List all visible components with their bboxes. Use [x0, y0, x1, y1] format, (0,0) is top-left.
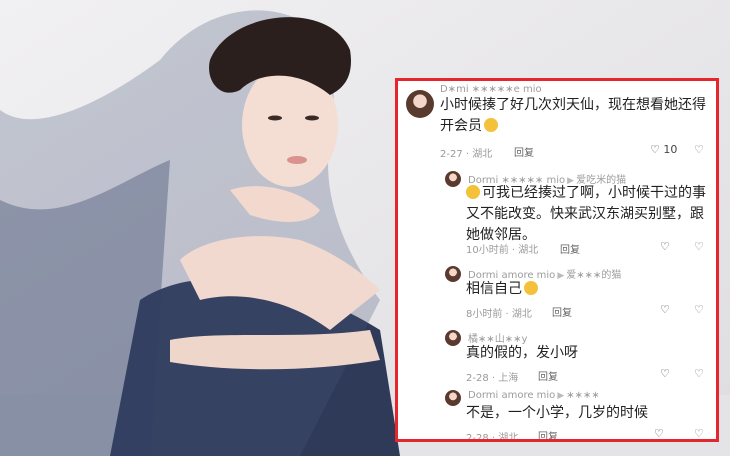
avatar[interactable] — [406, 90, 434, 118]
like-button[interactable]: ♡ — [660, 303, 670, 316]
like-button[interactable]: ♡ — [660, 240, 670, 253]
comment-text: 相信自己 — [466, 279, 712, 300]
like-button[interactable]: ♡ 10 — [650, 143, 677, 156]
comment-text: 真的假的，发小呀 — [466, 345, 578, 361]
heart-icon: ♡ — [660, 367, 670, 380]
reply-button[interactable]: 回复 — [514, 144, 534, 159]
reply-button[interactable]: 回复 — [560, 241, 580, 256]
comment-item: Dormi amore mio ▶ 爱∗∗∗的猫 相信自己 8小时前 · 湖北 回复… — [398, 261, 716, 321]
broken-heart-icon[interactable]: ♡ — [694, 367, 704, 380]
comment-panel: D∗mi ∗∗∗∗∗e mio 小时候揍了好几次刘天仙，现在想看她还得开会员 2… — [395, 78, 719, 442]
comment-username[interactable]: D∗mi ∗∗∗∗∗e mio — [440, 84, 542, 95]
reply-button[interactable]: 回复 — [538, 428, 558, 439]
thinking-emoji-icon — [466, 185, 480, 199]
comment-text: 可我已经揍过了啊，小时候干过的事又不能改变。快来武汉东湖买别墅，跟她做邻居。 — [466, 185, 706, 243]
broken-heart-icon[interactable]: ♡ — [694, 143, 704, 156]
heart-icon: ♡ — [660, 240, 670, 253]
comment-item: D∗mi ∗∗∗∗∗e mio 小时候揍了好几次刘天仙，现在想看她还得开会员 2… — [398, 81, 716, 161]
like-button[interactable]: ♡ — [660, 367, 670, 380]
comment-item: Dormi amore mio ▶ ∗∗∗∗ 不是，一个小学，几岁的时候 2-28 … — [398, 385, 716, 442]
like-button[interactable]: ♡ — [654, 427, 664, 440]
comment-meta: 2-28 · 上海 — [466, 373, 519, 384]
avatar[interactable] — [445, 266, 461, 282]
broken-heart-icon[interactable]: ♡ — [694, 303, 704, 316]
comment-item: 橘∗∗山∗∗y 真的假的，发小呀 2-28 · 上海 回复 ♡ ♡ — [398, 325, 716, 384]
broken-heart-icon[interactable]: ♡ — [694, 427, 704, 439]
thinking-emoji-icon — [484, 118, 498, 132]
comment-text: 不是，一个小学，几岁的时候 — [466, 405, 648, 421]
avatar[interactable] — [445, 330, 461, 346]
comment-text: 小时候揍了好几次刘天仙，现在想看她还得开会员 — [440, 97, 706, 134]
reply-button[interactable]: 回复 — [552, 304, 572, 319]
comment-username: Dormi amore mio ▶ ∗∗∗∗ — [468, 390, 600, 401]
heart-icon: ♡ — [660, 303, 670, 316]
comment-meta: 2-27 · 湖北 — [440, 149, 493, 160]
reply-arrow-icon: ▶ — [557, 391, 565, 401]
comment-item: Dormi ∗∗∗∗∗ mio ▶ 爱吃米的猫 可我已经揍过了啊，小时候干过的事又不… — [398, 165, 716, 257]
comment-meta: 10小时前 · 湖北 — [466, 245, 539, 256]
reply-button[interactable]: 回复 — [538, 368, 558, 383]
heart-icon: ♡ — [650, 143, 660, 156]
avatar[interactable] — [445, 390, 461, 406]
comment-meta: 2-28 · 湖北 — [466, 433, 519, 442]
comment-meta: 8小时前 · 湖北 — [466, 309, 532, 320]
avatar[interactable] — [445, 171, 461, 187]
like-count: 10 — [663, 143, 678, 156]
broken-heart-icon[interactable]: ♡ — [694, 240, 704, 253]
thinking-emoji-icon — [524, 281, 538, 295]
heart-icon: ♡ — [654, 427, 664, 440]
